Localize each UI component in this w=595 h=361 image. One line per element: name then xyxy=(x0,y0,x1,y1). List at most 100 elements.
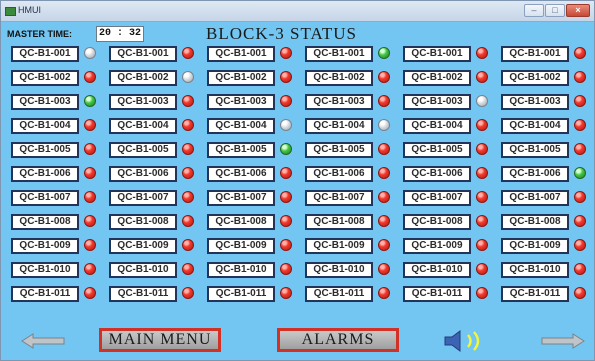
status-lamp-icon xyxy=(182,287,194,299)
status-lamp-icon xyxy=(84,263,96,275)
main-menu-button[interactable]: MAIN MENU xyxy=(99,328,221,352)
status-lamp-icon xyxy=(84,215,96,227)
device-tag[interactable]: QC-B1-008 xyxy=(305,214,373,230)
status-lamp-icon xyxy=(574,71,586,83)
device-tag[interactable]: QC-B1-009 xyxy=(501,238,569,254)
alarms-button[interactable]: ALARMS xyxy=(277,328,399,352)
device-tag[interactable]: QC-B1-007 xyxy=(403,190,471,206)
device-tag[interactable]: QC-B1-006 xyxy=(109,166,177,182)
status-cell: QC-B1-001 xyxy=(205,46,301,66)
device-tag[interactable]: QC-B1-003 xyxy=(501,94,569,110)
status-cell: QC-B1-001 xyxy=(303,46,399,66)
device-tag[interactable]: QC-B1-008 xyxy=(501,214,569,230)
status-lamp-icon xyxy=(378,119,390,131)
device-tag[interactable]: QC-B1-005 xyxy=(207,142,275,158)
device-tag[interactable]: QC-B1-002 xyxy=(11,70,79,86)
device-tag[interactable]: QC-B1-011 xyxy=(207,286,275,302)
device-tag[interactable]: QC-B1-011 xyxy=(109,286,177,302)
status-cell: QC-B1-011 xyxy=(401,286,497,306)
device-tag[interactable]: QC-B1-001 xyxy=(305,46,373,62)
device-tag[interactable]: QC-B1-008 xyxy=(109,214,177,230)
status-lamp-icon xyxy=(378,71,390,83)
window-title: HMUI xyxy=(18,5,41,15)
device-tag[interactable]: QC-B1-010 xyxy=(207,262,275,278)
device-tag[interactable]: QC-B1-003 xyxy=(109,94,177,110)
device-tag[interactable]: QC-B1-001 xyxy=(501,46,569,62)
device-tag[interactable]: QC-B1-011 xyxy=(501,286,569,302)
status-lamp-icon xyxy=(378,191,390,203)
device-tag[interactable]: QC-B1-001 xyxy=(403,46,471,62)
status-lamp-icon xyxy=(378,47,390,59)
device-tag[interactable]: QC-B1-010 xyxy=(305,262,373,278)
status-cell: QC-B1-005 xyxy=(107,142,203,162)
device-tag[interactable]: QC-B1-006 xyxy=(207,166,275,182)
device-tag[interactable]: QC-B1-009 xyxy=(11,238,79,254)
device-tag[interactable]: QC-B1-005 xyxy=(403,142,471,158)
device-tag[interactable]: QC-B1-005 xyxy=(11,142,79,158)
device-tag[interactable]: QC-B1-006 xyxy=(501,166,569,182)
device-tag[interactable]: QC-B1-001 xyxy=(109,46,177,62)
device-tag[interactable]: QC-B1-004 xyxy=(403,118,471,134)
minimize-button[interactable]: – xyxy=(524,4,544,17)
status-lamp-icon xyxy=(84,191,96,203)
device-tag[interactable]: QC-B1-007 xyxy=(501,190,569,206)
device-tag[interactable]: QC-B1-004 xyxy=(11,118,79,134)
device-tag[interactable]: QC-B1-011 xyxy=(11,286,79,302)
device-tag[interactable]: QC-B1-004 xyxy=(109,118,177,134)
left-arrow-icon[interactable] xyxy=(21,332,65,350)
status-lamp-icon xyxy=(476,263,488,275)
device-tag[interactable]: QC-B1-005 xyxy=(305,142,373,158)
status-lamp-icon xyxy=(280,263,292,275)
device-tag[interactable]: QC-B1-005 xyxy=(501,142,569,158)
device-tag[interactable]: QC-B1-011 xyxy=(403,286,471,302)
right-arrow-icon[interactable] xyxy=(541,332,585,350)
device-tag[interactable]: QC-B1-006 xyxy=(305,166,373,182)
device-tag[interactable]: QC-B1-003 xyxy=(11,94,79,110)
device-tag[interactable]: QC-B1-011 xyxy=(305,286,373,302)
status-lamp-icon xyxy=(280,167,292,179)
device-tag[interactable]: QC-B1-002 xyxy=(109,70,177,86)
device-tag[interactable]: QC-B1-003 xyxy=(403,94,471,110)
device-tag[interactable]: QC-B1-004 xyxy=(501,118,569,134)
device-tag[interactable]: QC-B1-008 xyxy=(11,214,79,230)
status-lamp-icon xyxy=(280,71,292,83)
device-tag[interactable]: QC-B1-009 xyxy=(403,238,471,254)
device-tag[interactable]: QC-B1-004 xyxy=(305,118,373,134)
device-tag[interactable]: QC-B1-007 xyxy=(11,190,79,206)
status-cell: QC-B1-008 xyxy=(107,214,203,234)
device-tag[interactable]: QC-B1-008 xyxy=(207,214,275,230)
device-tag[interactable]: QC-B1-002 xyxy=(305,70,373,86)
device-tag[interactable]: QC-B1-002 xyxy=(207,70,275,86)
status-lamp-icon xyxy=(574,287,586,299)
device-tag[interactable]: QC-B1-007 xyxy=(109,190,177,206)
device-tag[interactable]: QC-B1-009 xyxy=(305,238,373,254)
device-tag[interactable]: QC-B1-001 xyxy=(207,46,275,62)
device-tag[interactable]: QC-B1-008 xyxy=(403,214,471,230)
status-cell: QC-B1-008 xyxy=(499,214,595,234)
device-tag[interactable]: QC-B1-010 xyxy=(11,262,79,278)
maximize-button[interactable]: □ xyxy=(545,4,565,17)
device-tag[interactable]: QC-B1-003 xyxy=(207,94,275,110)
status-cell: QC-B1-007 xyxy=(205,190,301,210)
device-tag[interactable]: QC-B1-002 xyxy=(501,70,569,86)
device-tag[interactable]: QC-B1-010 xyxy=(403,262,471,278)
device-tag[interactable]: QC-B1-009 xyxy=(109,238,177,254)
device-tag[interactable]: QC-B1-006 xyxy=(11,166,79,182)
device-tag[interactable]: QC-B1-005 xyxy=(109,142,177,158)
close-button[interactable]: × xyxy=(566,4,590,17)
device-tag[interactable]: QC-B1-002 xyxy=(403,70,471,86)
device-tag[interactable]: QC-B1-003 xyxy=(305,94,373,110)
device-tag[interactable]: QC-B1-009 xyxy=(207,238,275,254)
device-tag[interactable]: QC-B1-007 xyxy=(305,190,373,206)
device-tag[interactable]: QC-B1-007 xyxy=(207,190,275,206)
status-cell: QC-B1-002 xyxy=(303,70,399,90)
device-tag[interactable]: QC-B1-010 xyxy=(501,262,569,278)
status-cell: QC-B1-006 xyxy=(499,166,595,186)
device-tag[interactable]: QC-B1-001 xyxy=(11,46,79,62)
speaker-icon[interactable] xyxy=(440,327,496,355)
device-tag[interactable]: QC-B1-010 xyxy=(109,262,177,278)
device-tag[interactable]: QC-B1-004 xyxy=(207,118,275,134)
device-tag[interactable]: QC-B1-006 xyxy=(403,166,471,182)
status-lamp-icon xyxy=(182,95,194,107)
status-lamp-icon xyxy=(182,167,194,179)
